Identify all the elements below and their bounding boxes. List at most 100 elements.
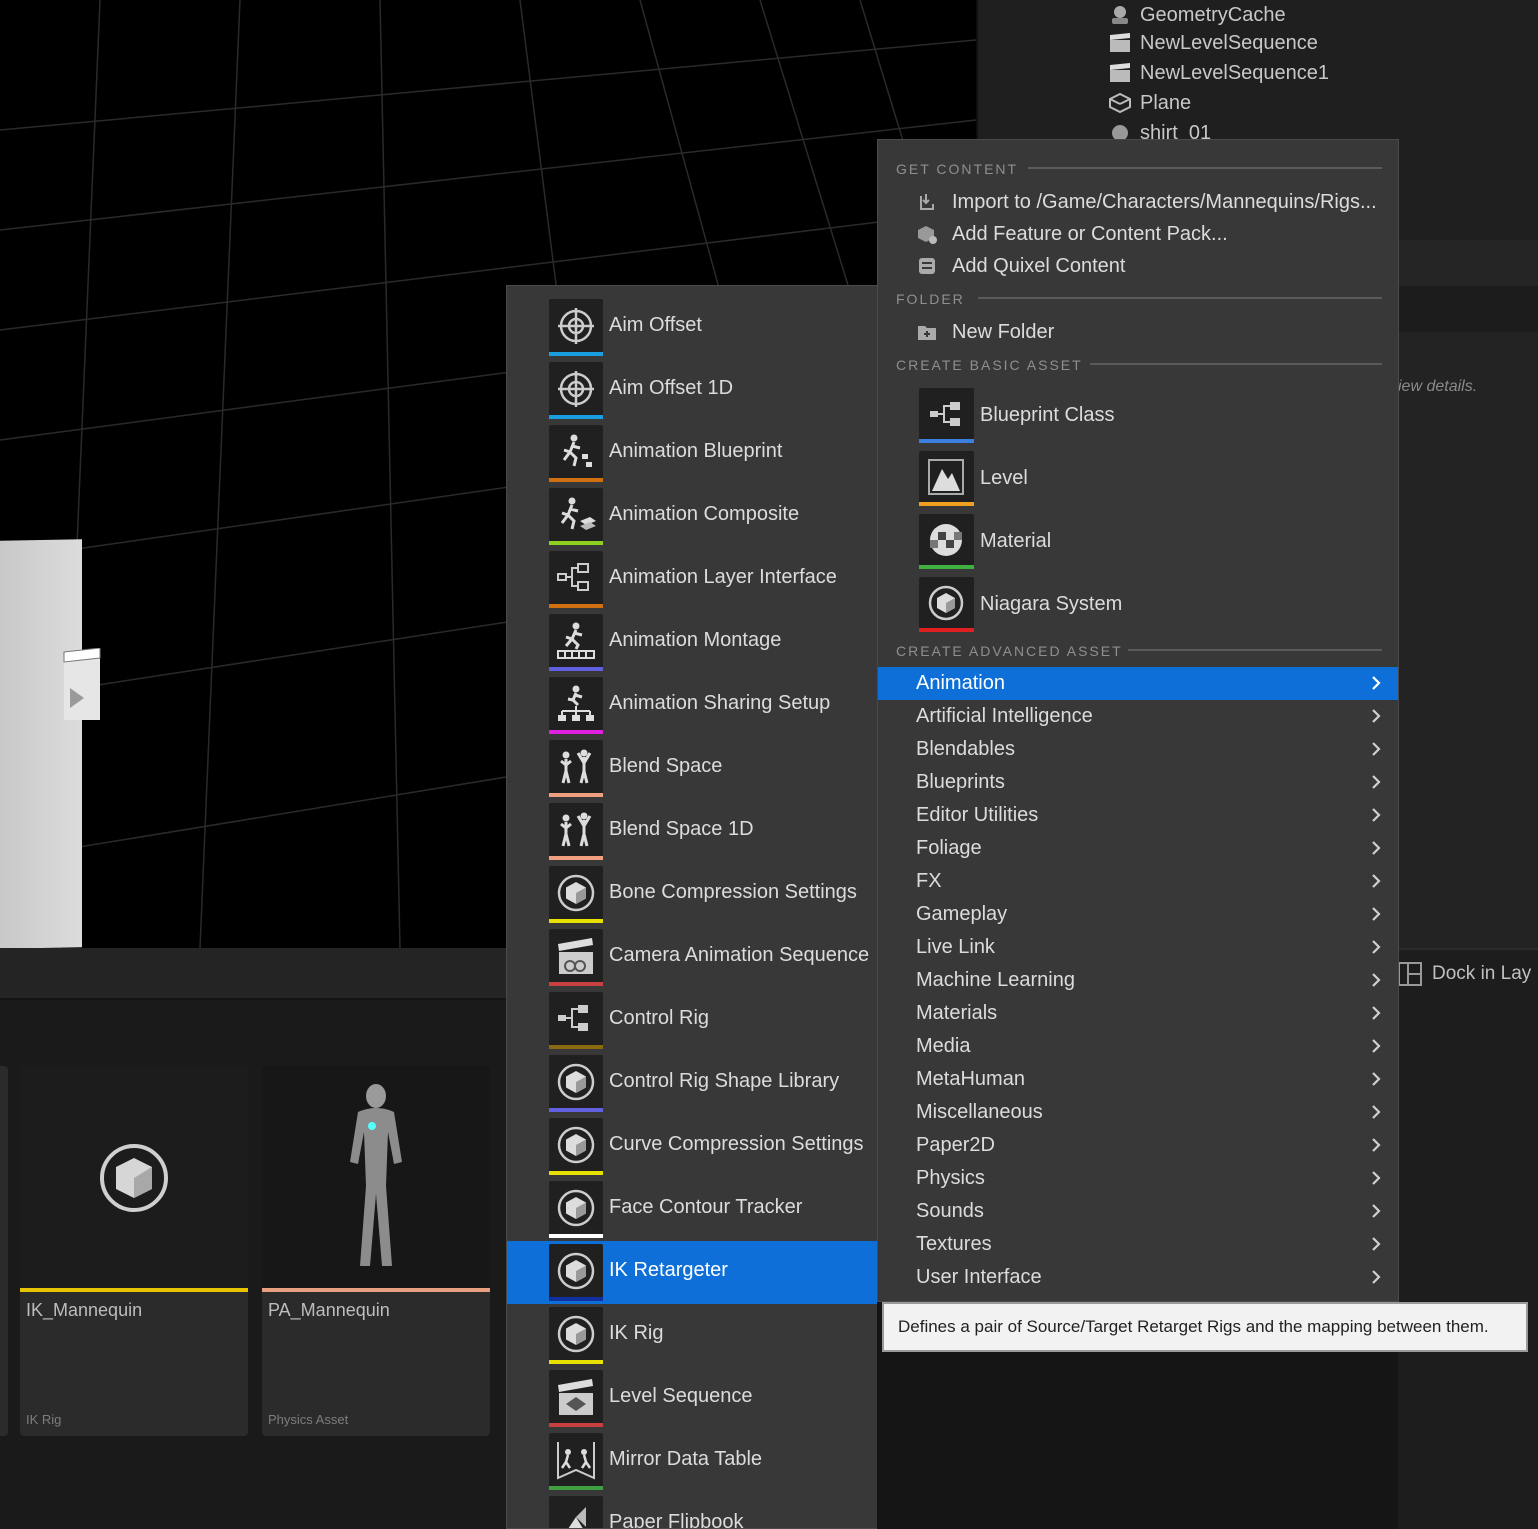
submenu-fx[interactable]: FX: [878, 865, 1398, 898]
menu-item-level[interactable]: Level: [919, 449, 1028, 507]
section-header-folder: FOLDER: [896, 291, 965, 307]
camera-sequence-icon: [558, 938, 593, 974]
asset-type-color-bar: [549, 1234, 603, 1238]
asset-thumbnail: [549, 803, 603, 860]
anim-item-animation-layer-interface[interactable]: Animation Layer Interface: [507, 548, 877, 611]
anim-item-aim-offset[interactable]: Aim Offset: [507, 296, 877, 359]
menu-item-material[interactable]: Material: [919, 512, 1051, 570]
outliner-item[interactable]: GeometryCache: [1108, 0, 1286, 30]
menu-item-add-feature[interactable]: Add Feature or Content Pack...: [916, 218, 1228, 250]
submenu-gameplay[interactable]: Gameplay: [878, 898, 1398, 931]
submenu-live-link[interactable]: Live Link: [878, 931, 1398, 964]
menu-item-add-quixel[interactable]: Add Quixel Content: [916, 250, 1125, 282]
anim-item-blend-space-1d[interactable]: Blend Space 1D: [507, 800, 877, 863]
submenu-miscellaneous[interactable]: Miscellaneous: [878, 1096, 1398, 1129]
submenu-label: FX: [916, 870, 942, 892]
anim-item-control-rig[interactable]: Control Rig: [507, 989, 877, 1052]
anim-item-label: Camera Animation Sequence: [609, 944, 870, 966]
anim-item-level-sequence[interactable]: Level Sequence: [507, 1367, 877, 1430]
submenu-blendables[interactable]: Blendables: [878, 733, 1398, 766]
cube-icon: [557, 1126, 595, 1164]
anim-montage-icon: [557, 622, 595, 659]
anim-item-ik-retargeter[interactable]: IK Retargeter: [507, 1241, 877, 1304]
menu-item-blueprint-class[interactable]: Blueprint Class: [919, 386, 1115, 444]
asset-name: PA_Mannequin: [268, 1300, 390, 1320]
anim-item-mirror-data-table[interactable]: Mirror Data Table: [507, 1430, 877, 1493]
anim-item-paper-flipbook[interactable]: Paper Flipbook: [507, 1493, 877, 1528]
anim-item-animation-sharing-setup[interactable]: Animation Sharing Setup: [507, 674, 877, 737]
anim-item-label: Animation Composite: [609, 503, 800, 525]
submenu-materials[interactable]: Materials: [878, 997, 1398, 1030]
dock-in-layout-button[interactable]: Dock in Lay: [1398, 956, 1531, 992]
submenu-machine-learning[interactable]: Machine Learning: [878, 964, 1398, 997]
asset-type-color-bar: [549, 1486, 603, 1490]
viewport-plane-mesh[interactable]: [0, 539, 82, 948]
submenu-editor-utilities[interactable]: Editor Utilities: [878, 799, 1398, 832]
anim-item-blend-space[interactable]: Blend Space: [507, 737, 877, 800]
layout-icon: [1398, 962, 1422, 986]
aim-offset-icon: [558, 308, 594, 344]
asset-type: IK Rig: [26, 1412, 62, 1427]
submenu-artificial-intelligence[interactable]: Artificial Intelligence: [878, 700, 1398, 733]
anim-item-label: IK Rig: [609, 1322, 664, 1344]
chevron-right-icon: [1372, 775, 1381, 789]
import-icon: [916, 191, 938, 213]
flipbook-icon: [568, 1507, 586, 1528]
anim-item-animation-montage[interactable]: Animation Montage: [507, 611, 877, 674]
cube-icon: [557, 874, 595, 912]
anim-blueprint-icon: [562, 434, 592, 467]
clapperboard-icon: [1108, 61, 1132, 85]
submenu-user-interface[interactable]: User Interface: [878, 1261, 1398, 1294]
asset-thumbnail: [549, 1181, 603, 1238]
anim-item-animation-blueprint[interactable]: Animation Blueprint: [507, 422, 877, 485]
asset-tile-partial[interactable]: [0, 1066, 8, 1436]
asset-type-color-bar: [549, 667, 603, 671]
asset-thumbnail: [549, 425, 603, 482]
anim-item-ik-rig[interactable]: IK Rig: [507, 1304, 877, 1367]
control-rig-icon: [558, 1005, 588, 1031]
level-sequence-actor-icon[interactable]: [62, 648, 102, 720]
section-divider: [978, 297, 1382, 299]
anim-item-control-rig-shape-library[interactable]: Control Rig Shape Library: [507, 1052, 877, 1115]
anim-item-label: Aim Offset: [609, 314, 702, 336]
submenu-textures[interactable]: Textures: [878, 1228, 1398, 1261]
anim-item-face-contour-tracker[interactable]: Face Contour Tracker: [507, 1178, 877, 1241]
mannequin-figure-icon: [350, 1084, 402, 1266]
menu-item-niagara-system[interactable]: Niagara System: [919, 575, 1122, 633]
blend-space-icon: [560, 812, 592, 847]
submenu-metahuman[interactable]: MetaHuman: [878, 1063, 1398, 1096]
chevron-right-icon: [1372, 841, 1381, 855]
anim-item-bone-compression-settings[interactable]: Bone Compression Settings: [507, 863, 877, 926]
asset-tile-ik-mannequin[interactable]: IK_Mannequin IK Rig: [20, 1066, 248, 1436]
submenu-media[interactable]: Media: [878, 1030, 1398, 1063]
blend-space-icon: [560, 749, 592, 784]
cube-icon: [557, 1189, 595, 1227]
level-sequence-icon: [558, 1379, 593, 1415]
submenu-blueprints[interactable]: Blueprints: [878, 766, 1398, 799]
asset-type-color-bar: [549, 604, 603, 608]
asset-tile-pa-mannequin[interactable]: PA_Mannequin Physics Asset: [262, 1066, 490, 1436]
submenu-label: Media: [916, 1035, 971, 1057]
cube-icon: [557, 1252, 595, 1290]
chevron-right-icon: [1372, 1039, 1381, 1053]
anim-item-label: Face Contour Tracker: [609, 1196, 803, 1218]
submenu-physics[interactable]: Physics: [878, 1162, 1398, 1195]
outliner-item[interactable]: Plane: [1108, 88, 1191, 118]
submenu-sounds[interactable]: Sounds: [878, 1195, 1398, 1228]
anim-item-camera-animation-sequence[interactable]: Camera Animation Sequence: [507, 926, 877, 989]
anim-item-curve-compression-settings[interactable]: Curve Compression Settings: [507, 1115, 877, 1178]
anim-item-aim-offset-1d[interactable]: Aim Offset 1D: [507, 359, 877, 422]
anim-item-label: Bone Compression Settings: [609, 881, 857, 903]
menu-item-new-folder[interactable]: New Folder: [916, 316, 1054, 348]
outliner-item[interactable]: NewLevelSequence: [1108, 28, 1318, 58]
submenu-animation[interactable]: Animation: [878, 667, 1398, 700]
submenu-foliage[interactable]: Foliage: [878, 832, 1398, 865]
menu-item-import[interactable]: Import to /Game/Characters/Mannequins/Ri…: [916, 186, 1377, 218]
asset-type-color-bar: [20, 1288, 248, 1292]
anim-item-animation-composite[interactable]: Animation Composite: [507, 485, 877, 548]
asset-type-color-bar: [549, 1297, 603, 1301]
chevron-right-icon: [1372, 676, 1381, 690]
asset-name: IK_Mannequin: [26, 1300, 143, 1320]
outliner-item[interactable]: NewLevelSequence1: [1108, 58, 1329, 88]
submenu-paper2d[interactable]: Paper2D: [878, 1129, 1398, 1162]
